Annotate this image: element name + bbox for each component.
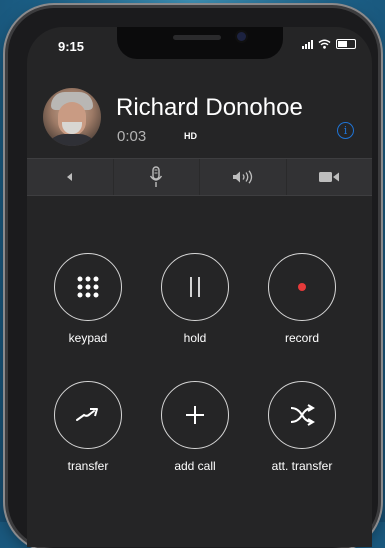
- att-transfer-button[interactable]: att. transfer: [267, 381, 337, 473]
- keypad-label: keypad: [68, 331, 108, 345]
- hold-button[interactable]: hold: [160, 253, 230, 345]
- transfer-label: transfer: [67, 459, 109, 473]
- notch: [117, 27, 283, 59]
- add-call-label: add call: [174, 459, 216, 473]
- keypad-circle[interactable]: [54, 253, 122, 321]
- record-circle[interactable]: [268, 253, 336, 321]
- volume-icon: [232, 170, 252, 184]
- pause-icon: [190, 277, 200, 297]
- speakerphone-button[interactable]: [200, 159, 287, 195]
- plus-icon: [186, 406, 204, 424]
- battery-icon: [336, 39, 356, 49]
- earpiece-speaker: [173, 35, 221, 40]
- record-icon: [298, 283, 306, 291]
- att-transfer-label: att. transfer: [271, 459, 333, 473]
- transfer-arrow-icon: [76, 408, 98, 421]
- caller-avatar: [43, 88, 101, 146]
- speaker-left-icon: [66, 173, 72, 181]
- info-icon[interactable]: i: [337, 122, 354, 139]
- transfer-button[interactable]: transfer: [53, 381, 123, 473]
- keypad-button[interactable]: keypad: [53, 253, 123, 345]
- cross-arrows-icon: [290, 404, 315, 426]
- signal-icon: [302, 39, 313, 49]
- add-call-button[interactable]: add call: [160, 381, 230, 473]
- speaker-left-button[interactable]: [27, 159, 114, 195]
- hold-label: hold: [183, 331, 207, 345]
- att-transfer-circle[interactable]: [268, 381, 336, 449]
- record-button[interactable]: record: [267, 253, 337, 345]
- keypad-icon: [77, 276, 99, 298]
- add-call-circle[interactable]: [161, 381, 229, 449]
- status-icons: [302, 39, 356, 49]
- record-label: record: [284, 331, 319, 345]
- call-duration: 0:03: [117, 128, 147, 145]
- front-camera: [237, 32, 246, 41]
- phone-frame: 9:15 Richard Donohoe 0:03 HD i keypad ho…: [8, 8, 378, 548]
- microphone-icon: [150, 166, 163, 187]
- call-toolbar: [27, 158, 372, 196]
- status-time: 9:15: [58, 39, 85, 54]
- wifi-icon: [318, 39, 331, 49]
- hd-badge: HD: [184, 131, 197, 141]
- caller-name: Richard Donohoe: [116, 94, 303, 121]
- video-camera-icon: [319, 172, 340, 182]
- mute-button[interactable]: [114, 159, 200, 195]
- transfer-circle[interactable]: [54, 381, 122, 449]
- video-button[interactable]: [287, 159, 373, 195]
- hold-circle[interactable]: [161, 253, 229, 321]
- call-screen: 9:15 Richard Donohoe 0:03 HD i keypad ho…: [27, 27, 372, 547]
